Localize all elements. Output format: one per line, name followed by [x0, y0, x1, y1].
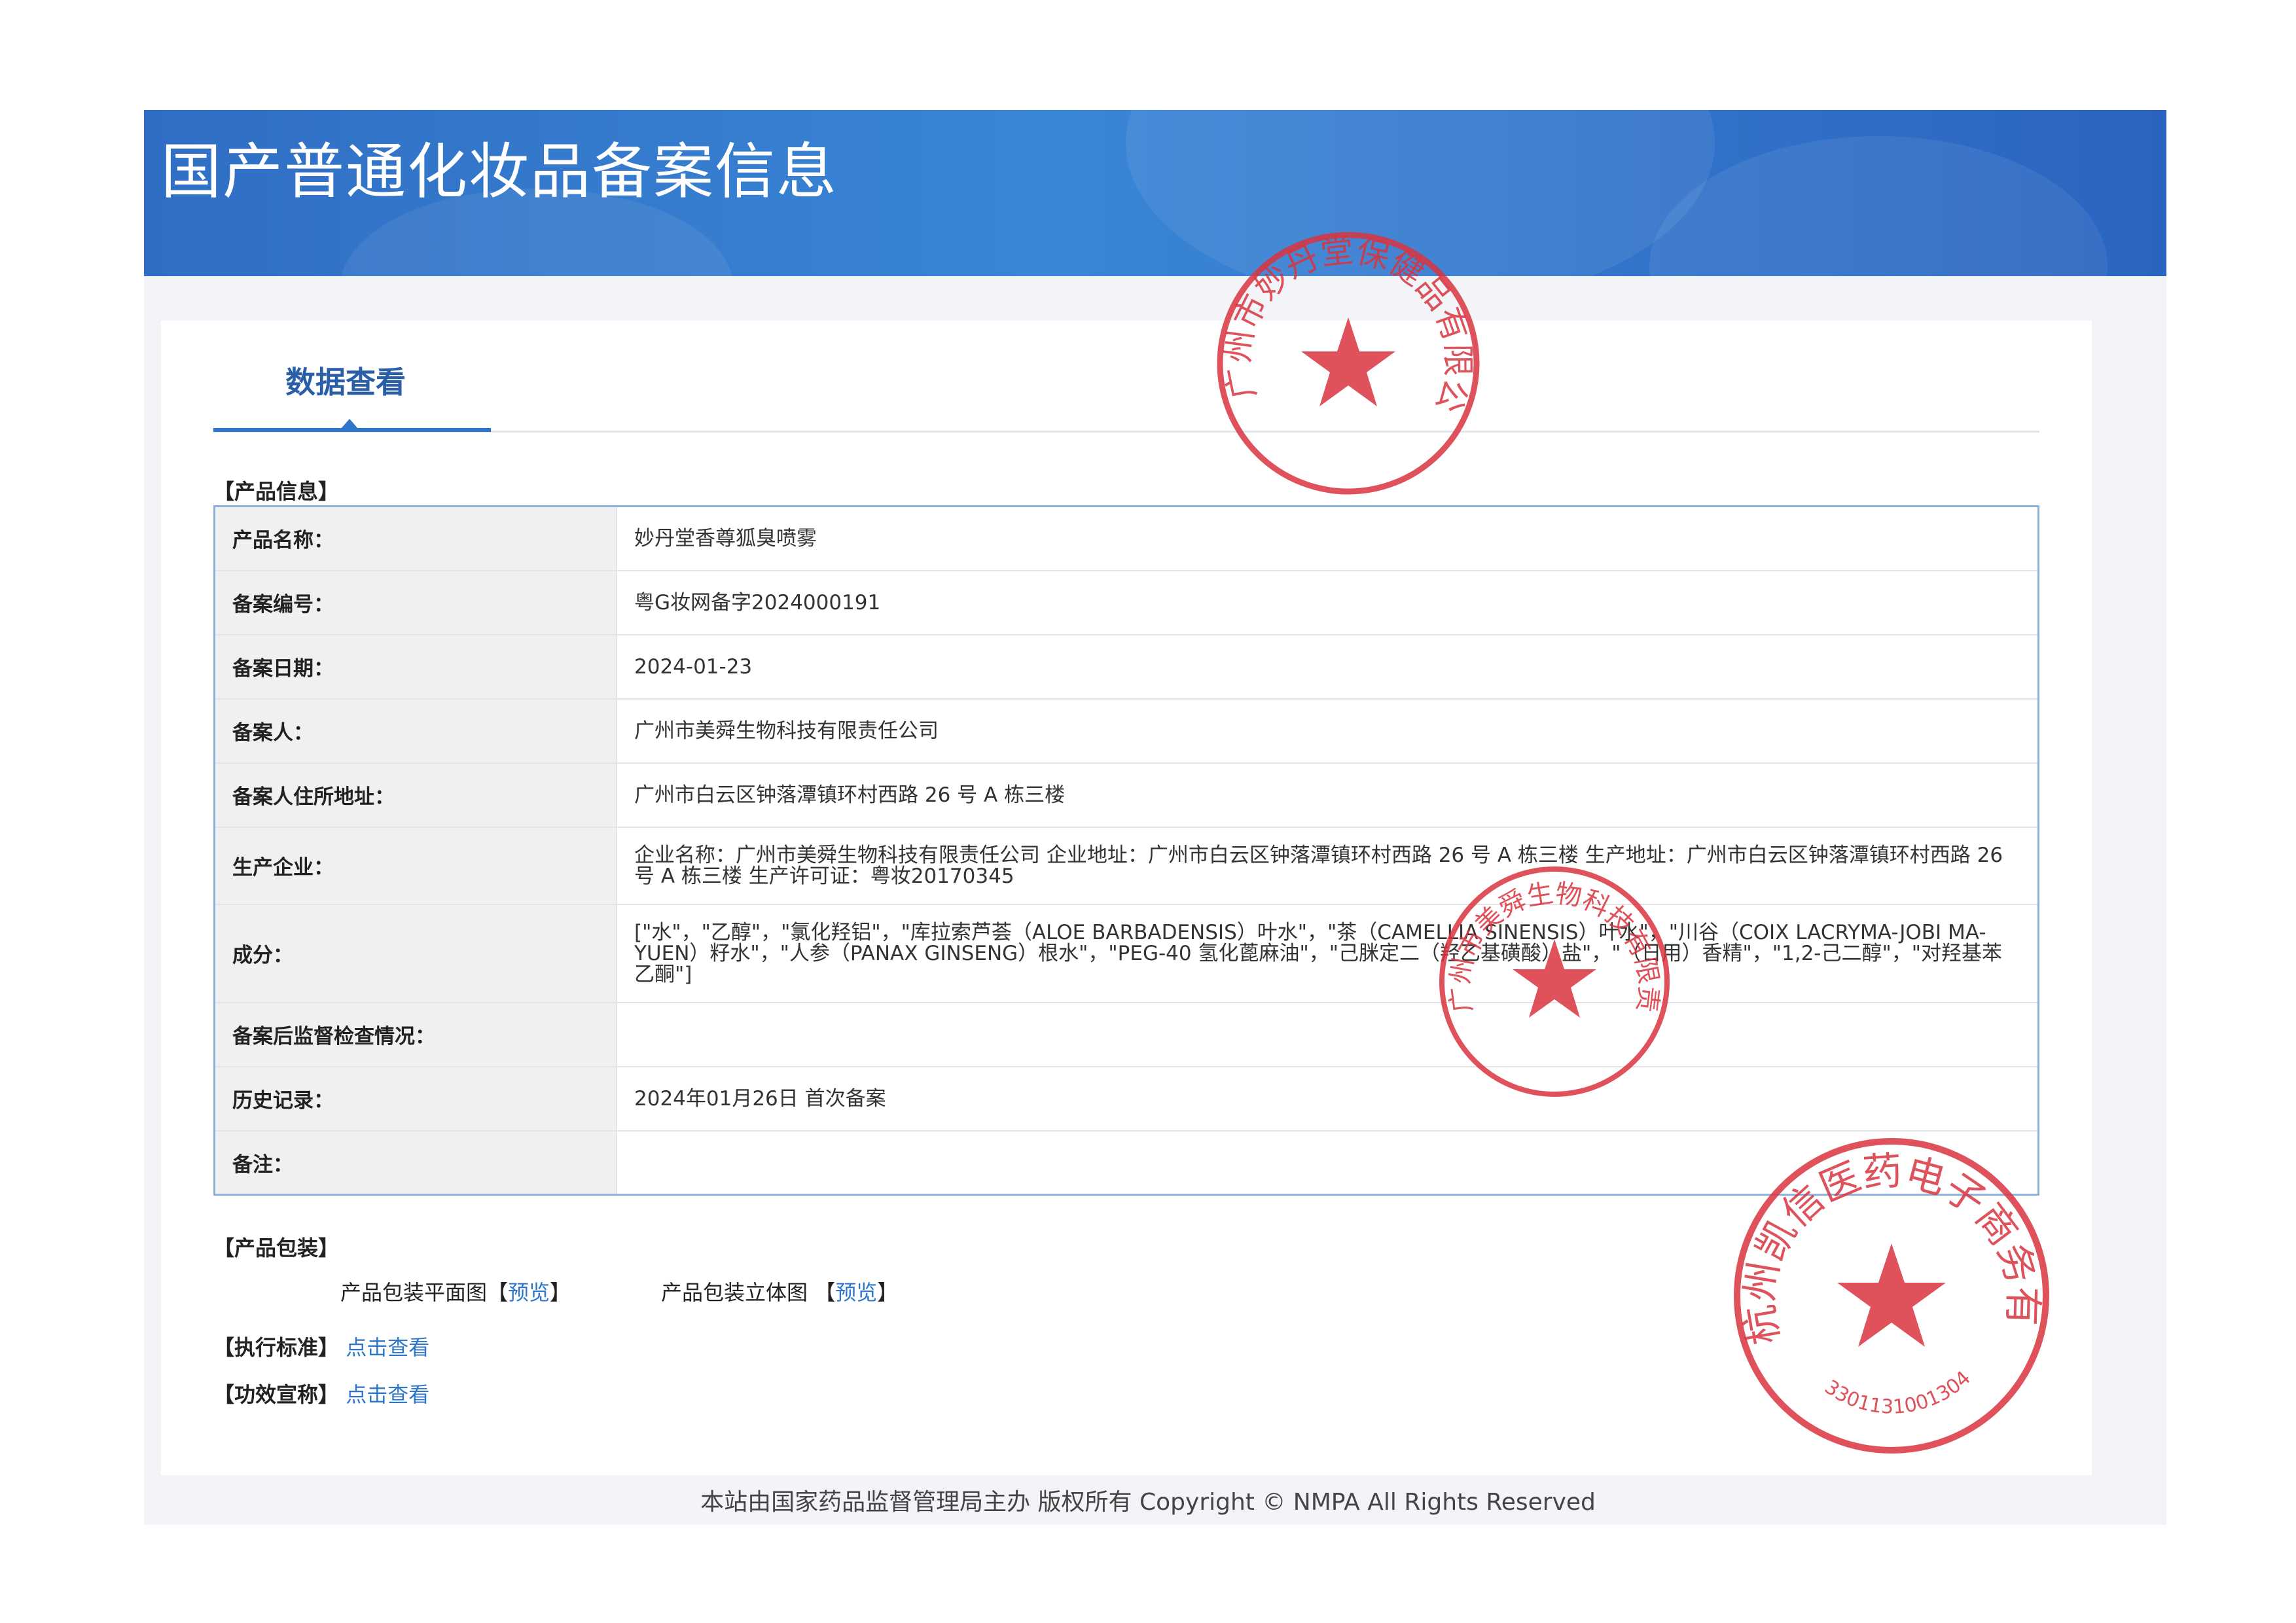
bracket-open: 【: [487, 1280, 509, 1305]
packaging-stereo-label: 产品包装立体图: [661, 1280, 808, 1305]
packaging-heading: 【产品包装】: [213, 1236, 340, 1260]
row-value: ["水"，"乙醇"，"氯化羟铝"，"库拉索芦荟（ALOE BARBADENSIS…: [617, 904, 2039, 1003]
table-row: 备案后监督检查情况：: [214, 1002, 2039, 1067]
row-key: 成分：: [214, 904, 617, 1003]
packaging-flat: 产品包装平面图【预览】: [340, 1276, 571, 1306]
row-key: 备案日期：: [214, 634, 617, 700]
packaging-stereo: 产品包装立体图 【预览】: [661, 1276, 898, 1306]
footer-copyright: 本站由国家药品监督管理局主办 版权所有 Copyright © NMPA All…: [700, 1489, 1596, 1516]
row-key: 备案人：: [214, 698, 617, 764]
bracket-close: 】: [550, 1280, 571, 1305]
standard-row: 【执行标准】 点击查看: [213, 1331, 429, 1361]
row-key: 历史记录：: [214, 1066, 617, 1132]
tab-data-view[interactable]: 数据查看: [285, 359, 406, 402]
row-key: 备案后监督检查情况：: [214, 1002, 617, 1067]
table-row: 备案日期： 2024-01-23: [214, 634, 2039, 700]
table-row: 备案编号： 粤G妆网备字2024000191: [214, 570, 2039, 635]
row-value: 妙丹堂香尊狐臭喷雾: [617, 506, 2039, 571]
product-info-table: 产品名称： 妙丹堂香尊狐臭喷雾 备案编号： 粤G妆网备字2024000191 备…: [213, 505, 2039, 1196]
row-value: 广州市美舜生物科技有限责任公司: [617, 698, 2039, 764]
seal-miaodantang: 广州市妙丹堂保健品有限公司: [1211, 226, 1480, 495]
row-value: 粤G妆网备字2024000191: [617, 570, 2039, 635]
seal-kaixin: 杭州凯信医药电子商务有限公司 3301131001304б: [1728, 1132, 2049, 1454]
tab-caret-icon: [340, 419, 359, 429]
standard-heading: 【执行标准】: [213, 1335, 340, 1360]
row-key: 产品名称：: [214, 506, 617, 571]
header-banner: 国产普通化妆品备案信息: [144, 110, 2166, 276]
table-row: 生产企业： 企业名称：广州市美舜生物科技有限责任公司 企业地址：广州市白云区钟落…: [214, 827, 2039, 905]
row-key: 生产企业：: [214, 827, 617, 905]
product-info-heading: 【产品信息】: [213, 479, 340, 504]
efficacy-view-link[interactable]: 点击查看: [346, 1382, 429, 1407]
row-value: 广州市白云区钟落潭镇环村西路 26 号 A 栋三楼: [617, 762, 2039, 828]
row-value: 企业名称：广州市美舜生物科技有限责任公司 企业地址：广州市白云区钟落潭镇环村西路…: [617, 827, 2039, 905]
table-row: 历史记录： 2024年01月26日 首次备案: [214, 1066, 2039, 1132]
row-key: 备注：: [214, 1130, 617, 1196]
efficacy-row: 【功效宣称】 点击查看: [213, 1378, 429, 1408]
table-row: 产品名称： 妙丹堂香尊狐臭喷雾: [214, 506, 2039, 571]
standard-view-link[interactable]: 点击查看: [346, 1335, 429, 1360]
table-row: 备案人： 广州市美舜生物科技有限责任公司: [214, 698, 2039, 764]
bracket-close: 】: [877, 1280, 899, 1305]
preview-stereo-link[interactable]: 预览: [835, 1280, 877, 1305]
efficacy-heading: 【功效宣称】: [213, 1382, 340, 1407]
table-row: 成分： ["水"，"乙醇"，"氯化羟铝"，"库拉索芦荟（ALOE BARBADE…: [214, 904, 2039, 1003]
row-key: 备案编号：: [214, 570, 617, 635]
bracket-open: 【: [814, 1280, 836, 1305]
page-title: 国产普通化妆品备案信息: [161, 137, 838, 207]
row-value: 2024-01-23: [617, 634, 2039, 700]
seal-meishun: 广州市美舜生物科技有限责任公司: [1433, 861, 1670, 1097]
preview-flat-link[interactable]: 预览: [508, 1280, 550, 1305]
table-row: 备案人住所地址： 广州市白云区钟落潭镇环村西路 26 号 A 栋三楼: [214, 762, 2039, 828]
packaging-flat-label: 产品包装平面图: [340, 1280, 488, 1305]
row-value: 2024年01月26日 首次备案: [617, 1066, 2039, 1132]
row-key: 备案人住所地址：: [214, 762, 617, 828]
row-value: [617, 1002, 2039, 1067]
